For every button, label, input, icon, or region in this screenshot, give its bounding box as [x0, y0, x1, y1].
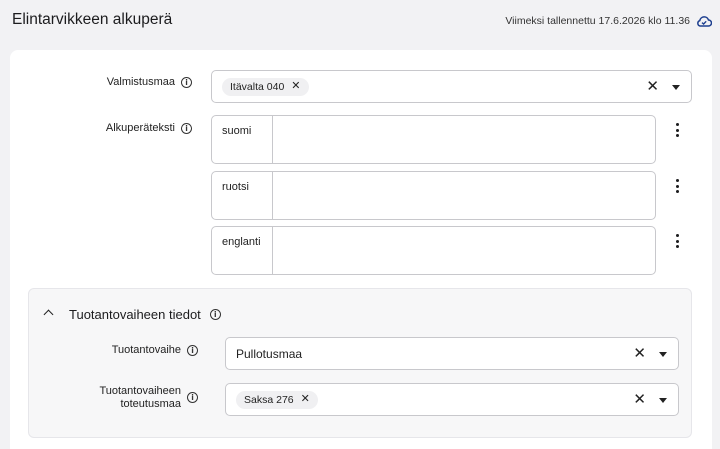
valmistusmaa-label-text: Valmistusmaa: [106, 76, 175, 88]
toteutusmaa-label-line2: toteutusmaa: [120, 398, 181, 410]
country-chip-label: Saksa 276: [244, 393, 294, 406]
info-icon[interactable]: i: [209, 309, 221, 320]
info-icon[interactable]: i: [181, 123, 192, 134]
origin-form-card: Valmistusmaa i Itävalta 040 ✕ ✕ Alkuperä…: [10, 50, 712, 449]
toteutusmaa-label: Tuotantovaiheen toteutusmaa i: [99, 385, 198, 411]
caret-down-icon[interactable]: [659, 352, 667, 357]
lang-label-ruotsi: ruotsi: [212, 172, 273, 219]
country-chip: Itävalta 040 ✕: [222, 77, 309, 96]
clear-icon[interactable]: ✕: [633, 392, 646, 407]
tuotantovaihe-label-text: Tuotantovaihe: [111, 344, 181, 356]
cloud-check-icon: [696, 15, 713, 27]
toteutusmaa-label-text: Tuotantovaiheen toteutusmaa: [99, 385, 181, 411]
chevron-up-icon[interactable]: [43, 309, 54, 320]
country-chip: Saksa 276 ✕: [236, 390, 318, 409]
caret-down-icon[interactable]: [672, 85, 680, 90]
info-icon[interactable]: i: [181, 77, 192, 88]
origin-text-englanti[interactable]: englanti: [211, 226, 656, 275]
origin-text-ruotsi[interactable]: ruotsi: [211, 171, 656, 220]
valmistusmaa-label: Valmistusmaa i: [107, 76, 192, 89]
clear-icon[interactable]: ✕: [633, 346, 646, 361]
chip-remove-icon[interactable]: ✕: [301, 394, 310, 405]
tuotantovaihe-value: Pullotusmaa: [236, 346, 303, 361]
info-icon[interactable]: i: [187, 392, 198, 403]
toteutusmaa-label-line1: Tuotantovaiheen: [99, 385, 181, 397]
alkuperateksti-label-text: Alkuperäteksti: [105, 122, 175, 134]
toteutusmaa-select[interactable]: Saksa 276 ✕ ✕: [225, 383, 679, 416]
origin-text-suomi[interactable]: suomi: [211, 115, 656, 164]
valmistusmaa-select[interactable]: Itävalta 040 ✕ ✕: [211, 70, 692, 103]
page-title: Elintarvikkeen alkuperä: [12, 11, 173, 28]
tuotantovaihe-label: Tuotantovaihe i: [112, 344, 198, 357]
clear-icon[interactable]: ✕: [646, 79, 659, 94]
more-vertical-icon[interactable]: [674, 179, 680, 193]
country-chip-label: Itävalta 040: [230, 80, 285, 93]
more-vertical-icon[interactable]: [674, 123, 680, 137]
section-title: Tuotantovaiheen tiedot i: [69, 307, 221, 322]
tuotantovaihe-select[interactable]: Pullotusmaa ✕: [225, 337, 679, 370]
info-icon[interactable]: i: [187, 345, 198, 356]
alkuperateksti-label: Alkuperäteksti i: [106, 122, 192, 135]
save-status: Viimeksi tallennettu 17.6.2026 klo 11.36: [505, 15, 713, 27]
section-title-text: Tuotantovaiheen tiedot: [69, 307, 201, 322]
save-status-text: Viimeksi tallennettu 17.6.2026 klo 11.36: [505, 15, 690, 27]
chip-remove-icon[interactable]: ✕: [291, 81, 300, 92]
more-vertical-icon[interactable]: [674, 234, 680, 248]
lang-label-englanti: englanti: [212, 227, 273, 274]
production-stage-section: Tuotantovaiheen tiedot i Tuotantovaihe i…: [28, 288, 692, 438]
caret-down-icon[interactable]: [659, 398, 667, 403]
lang-label-suomi: suomi: [212, 116, 273, 163]
